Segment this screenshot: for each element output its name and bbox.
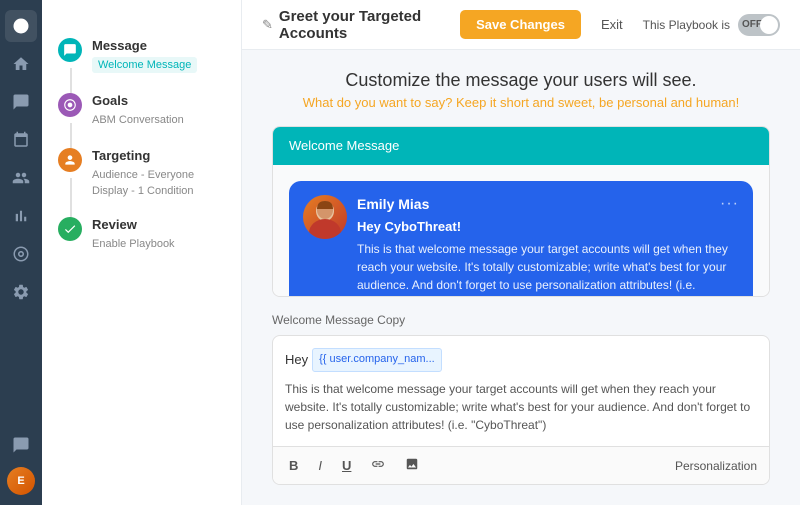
step-item-message[interactable]: Message Welcome Message bbox=[42, 28, 241, 83]
step-circle-goals bbox=[58, 93, 82, 117]
message-toolbar: B I U Personalization bbox=[273, 446, 769, 484]
sidebar-icon-chat-bottom[interactable] bbox=[5, 429, 37, 461]
chat-content: Emily Mias ··· Hey CyboThreat! This is t… bbox=[357, 195, 739, 297]
agent-avatar bbox=[303, 195, 347, 239]
sidebar-icon-logo[interactable] bbox=[5, 10, 37, 42]
step-circle-targeting bbox=[58, 148, 82, 172]
step-sub-review: Enable Playbook bbox=[92, 238, 175, 250]
italic-button[interactable]: I bbox=[314, 456, 326, 475]
heading-text: Customize the message your users will se… bbox=[272, 70, 770, 91]
step-circle-review bbox=[58, 217, 82, 241]
chat-bubble: Emily Mias ··· Hey CyboThreat! This is t… bbox=[289, 181, 753, 297]
avatar[interactable]: E bbox=[7, 467, 35, 495]
step-item-review[interactable]: Review Enable Playbook bbox=[42, 207, 241, 262]
link-button[interactable] bbox=[367, 455, 389, 476]
bold-button[interactable]: B bbox=[285, 456, 302, 475]
step-name-goals: Goals bbox=[92, 93, 225, 108]
subheading-text: What do you want to say? Keep it short a… bbox=[272, 95, 770, 110]
step-circle-message bbox=[58, 38, 82, 62]
sidebar-icon-chart[interactable] bbox=[5, 200, 37, 232]
preview-card-body: Emily Mias ··· Hey CyboThreat! This is t… bbox=[273, 165, 769, 297]
message-editor: Hey {{ user.company_nam... This is that … bbox=[272, 335, 770, 485]
top-bar: ✎ Greet your Targeted Accounts Save Chan… bbox=[242, 0, 800, 50]
message-editor-body[interactable]: Hey {{ user.company_nam... This is that … bbox=[273, 336, 769, 446]
page-title: Greet your Targeted Accounts bbox=[279, 8, 448, 42]
chat-name-row: Emily Mias ··· bbox=[357, 195, 739, 213]
step-content-targeting: Targeting Audience - Everyone Display - … bbox=[92, 148, 225, 197]
content-heading: Customize the message your users will se… bbox=[272, 70, 770, 110]
step-item-targeting[interactable]: Targeting Audience - Everyone Display - … bbox=[42, 138, 241, 207]
preview-header-label: Welcome Message bbox=[289, 138, 399, 153]
step-content-message: Message Welcome Message bbox=[92, 38, 225, 73]
sidebar-icon-settings[interactable] bbox=[5, 276, 37, 308]
step-sub-targeting-2: Display - 1 Condition bbox=[92, 185, 225, 197]
step-sub-goals: ABM Conversation bbox=[92, 114, 184, 126]
personalization-button[interactable]: Personalization bbox=[675, 459, 757, 473]
step-name-review: Review bbox=[92, 217, 225, 232]
preview-card: Welcome Message Emily Mias bbox=[272, 126, 770, 297]
main-content: ✎ Greet your Targeted Accounts Save Chan… bbox=[242, 0, 800, 505]
save-button[interactable]: Save Changes bbox=[460, 10, 581, 39]
personalization-tag[interactable]: {{ user.company_nam... bbox=[312, 348, 442, 372]
steps-panel-header bbox=[42, 16, 241, 28]
sidebar-icon-home[interactable] bbox=[5, 48, 37, 80]
sidebar-icon-users[interactable] bbox=[5, 162, 37, 194]
pencil-icon: ✎ bbox=[262, 17, 273, 33]
preview-card-header: Welcome Message bbox=[273, 127, 769, 165]
editor-body-text: This is that welcome message your target… bbox=[285, 380, 757, 434]
underline-button[interactable]: U bbox=[338, 456, 355, 475]
image-button[interactable] bbox=[401, 455, 423, 476]
chat-greeting: Hey CyboThreat! bbox=[357, 219, 739, 234]
playbook-label: This Playbook is bbox=[643, 18, 730, 32]
playbook-toggle: This Playbook is OFF bbox=[643, 14, 780, 36]
hey-line: Hey {{ user.company_nam... bbox=[285, 348, 757, 372]
section-label: Welcome Message Copy bbox=[272, 313, 770, 327]
exit-button[interactable]: Exit bbox=[593, 10, 631, 39]
steps-panel: Message Welcome Message Goals ABM Conver… bbox=[42, 0, 242, 505]
agent-name: Emily Mias bbox=[357, 196, 429, 212]
toggle-label: OFF bbox=[742, 19, 762, 30]
chat-body: This is that welcome message your target… bbox=[357, 240, 739, 297]
hey-prefix: Hey bbox=[285, 350, 308, 371]
step-name-targeting: Targeting bbox=[92, 148, 225, 163]
chat-options-icon[interactable]: ··· bbox=[720, 195, 739, 213]
toggle-switch[interactable]: OFF bbox=[738, 14, 780, 36]
sidebar-icon-target[interactable] bbox=[5, 238, 37, 270]
message-copy-section: Welcome Message Copy Hey {{ user.company… bbox=[272, 313, 770, 485]
step-item-goals[interactable]: Goals ABM Conversation bbox=[42, 83, 241, 138]
step-sub-message[interactable]: Welcome Message bbox=[92, 57, 197, 73]
top-bar-title: ✎ Greet your Targeted Accounts bbox=[262, 8, 448, 42]
sidebar: E bbox=[0, 0, 42, 505]
step-sub-targeting-1: Audience - Everyone bbox=[92, 169, 194, 181]
step-name-message: Message bbox=[92, 38, 225, 53]
sidebar-icon-chat[interactable] bbox=[5, 86, 37, 118]
sidebar-icon-calendar[interactable] bbox=[5, 124, 37, 156]
step-content-review: Review Enable Playbook bbox=[92, 217, 225, 252]
content-area: Customize the message your users will se… bbox=[242, 50, 800, 505]
sidebar-bottom: E bbox=[5, 429, 37, 505]
step-content-goals: Goals ABM Conversation bbox=[92, 93, 225, 128]
